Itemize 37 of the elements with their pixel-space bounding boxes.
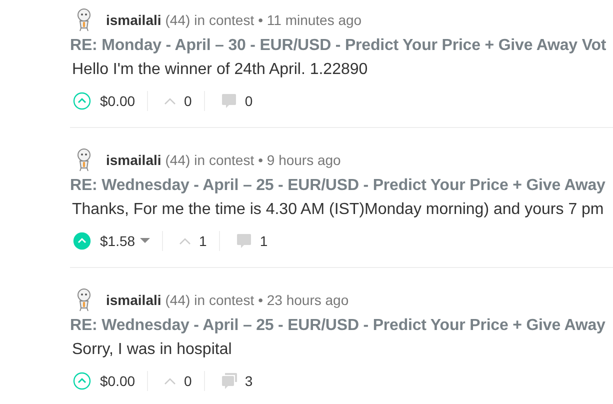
- upvote-icon[interactable]: [73, 372, 91, 390]
- comment-text: Hello I'm the winner of 24th April. 1.22890: [71, 61, 369, 80]
- community-link[interactable]: in contest: [194, 292, 254, 308]
- comment-icon[interactable]: [220, 93, 237, 109]
- vote-count[interactable]: 1: [199, 233, 207, 249]
- reply-count[interactable]: 0: [244, 93, 253, 109]
- author-name[interactable]: ismailali: [106, 152, 162, 168]
- upvoted-icon[interactable]: [73, 232, 91, 250]
- author-name[interactable]: ismailali: [106, 292, 162, 308]
- comments-icon[interactable]: [220, 373, 237, 389]
- post-time[interactable]: • 11 minutes ago: [258, 12, 362, 28]
- post-title[interactable]: RE: Wednesday - April – 25 - EUR/USD - Predict Your Price + Give Away: [70, 317, 613, 339]
- comment-icon[interactable]: [236, 233, 252, 249]
- community-link[interactable]: in contest: [194, 12, 254, 28]
- author-name[interactable]: ismailali: [106, 12, 162, 28]
- upvote-count-icon[interactable]: [164, 377, 176, 385]
- upvote-count-icon[interactable]: [179, 237, 192, 245]
- vote-count[interactable]: 0: [184, 93, 192, 109]
- caret-icon[interactable]: [140, 238, 150, 244]
- reply-count[interactable]: 3: [244, 373, 253, 389]
- payout-amount[interactable]: $1.58: [100, 233, 136, 249]
- payout-amount[interactable]: $0.00: [100, 373, 136, 389]
- vote-count[interactable]: 0: [184, 373, 192, 389]
- reputation-score: (44): [165, 12, 190, 28]
- reputation-score: (44): [165, 292, 190, 308]
- upvote-count-icon[interactable]: [164, 97, 176, 105]
- upvote-icon[interactable]: [73, 92, 91, 110]
- post-title[interactable]: RE: Wednesday - April – 25 - EUR/USD - Predict Your Price + Give Away: [70, 177, 613, 199]
- comment-text: Thanks, For me the time is 4.30 AM (IST)Monday morning) and yours 7 pm: [71, 201, 605, 220]
- community-link[interactable]: in contest: [194, 152, 254, 168]
- comment-text: Sorry, I was in hospital: [71, 341, 233, 360]
- payout-amount[interactable]: $0.00: [100, 93, 136, 109]
- reputation-score: (44): [165, 152, 190, 168]
- post-time[interactable]: • 23 hours ago: [258, 292, 349, 308]
- post-time[interactable]: • 9 hours ago: [258, 152, 341, 168]
- reply-count[interactable]: 1: [260, 233, 268, 249]
- post-title[interactable]: RE: Monday - April – 30 - EUR/USD - Predict Your Price + Give Away Vot: [70, 37, 613, 59]
